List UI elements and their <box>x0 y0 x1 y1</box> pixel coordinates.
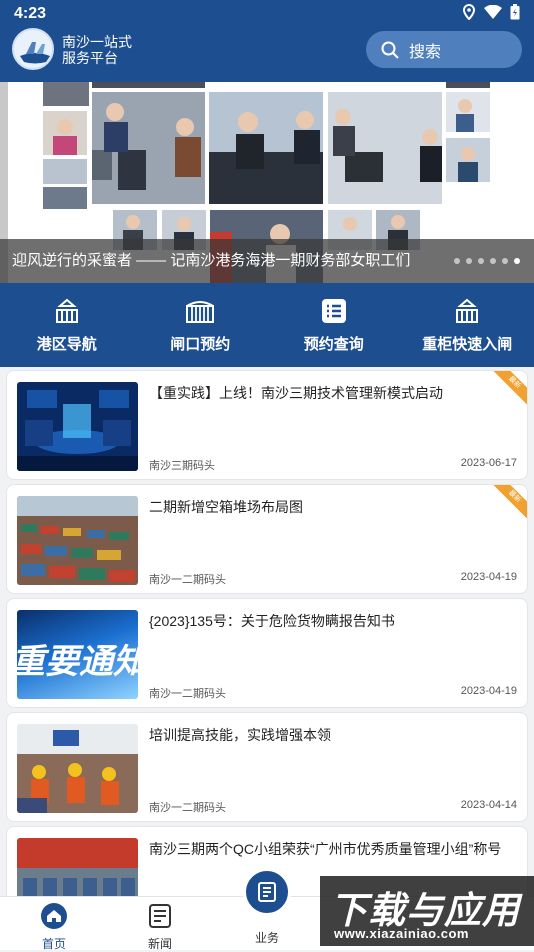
news-title: 南沙三期两个QC小组荣获“广州市优秀质量管理小组”称号 <box>149 839 509 859</box>
news-thumbnail <box>17 496 138 585</box>
quick-nav: 港区导航 闸口预约 预约查询 重柜快速入闸 <box>0 283 534 367</box>
news-card[interactable]: 【重实践】上线！南沙三期技术管理新模式启动 南沙三期码头 2023-06-17 … <box>6 370 528 480</box>
tab-business-label: 业务 <box>255 931 279 945</box>
business-button[interactable] <box>243 868 291 916</box>
quick-nav-label: 重柜快速入闸 <box>422 333 512 354</box>
tab-news[interactable]: 新闻 <box>120 903 200 952</box>
news-title: 【重实践】上线！南沙三期技术管理新模式启动 <box>149 383 509 403</box>
document-icon <box>255 880 279 904</box>
news-date: 2023-04-14 <box>461 799 517 811</box>
news-date: 2023-04-19 <box>461 571 517 583</box>
news-card[interactable]: 重要通知 {2023}135号：关于危险货物瞒报告知书 南沙一二期码头 2023… <box>6 598 528 708</box>
news-source: 南沙一二期码头 <box>149 685 226 701</box>
carousel-indicators <box>454 258 520 264</box>
watermark-url: www.xiazainiao.com <box>334 926 469 941</box>
carousel-dot[interactable] <box>478 258 484 264</box>
app-header: 4:23 南沙一站式 服务平台 搜索 <box>0 0 534 82</box>
search-bar[interactable]: 搜索 <box>366 31 522 68</box>
quick-nav-gate-booking[interactable]: 闸口预约 <box>134 283 268 367</box>
quick-nav-port-navigation[interactable]: 港区导航 <box>0 283 134 367</box>
quick-nav-label: 闸口预约 <box>170 333 230 354</box>
news-icon <box>147 903 173 929</box>
news-title: {2023}135号：关于危险货物瞒报告知书 <box>149 611 509 631</box>
news-title: 二期新增空箱堆场布局图 <box>149 497 509 517</box>
carousel-dot[interactable] <box>454 258 460 264</box>
wifi-icon <box>484 5 502 19</box>
search-label: 搜索 <box>409 38 441 62</box>
home-icon <box>41 903 67 929</box>
news-thumbnail <box>17 382 138 471</box>
list-icon <box>321 298 347 324</box>
location-icon <box>462 4 476 20</box>
banner-carousel[interactable]: 迎风逆行的采蜜者 —— 记南沙港务海港一期财务部女职工们 <box>0 82 534 283</box>
news-card[interactable]: 培训提高技能，实践增强本领 南沙一二期码头 2023-04-14 <box>6 712 528 822</box>
carousel-dot[interactable] <box>502 258 508 264</box>
news-title: 培训提高技能，实践增强本领 <box>149 725 509 745</box>
quick-nav-label: 港区导航 <box>37 333 97 354</box>
quick-nav-booking-query[interactable]: 预约查询 <box>267 283 401 367</box>
news-source: 南沙一二期码头 <box>149 571 226 587</box>
news-date: 2023-06-17 <box>461 457 517 469</box>
thumbnail-caption: 重要通知 <box>17 634 138 683</box>
app-brand: 南沙一站式 服务平台 <box>62 34 132 66</box>
tab-news-label: 新闻 <box>120 935 200 952</box>
tab-business[interactable]: 业务 <box>227 929 307 946</box>
news-thumbnail <box>17 724 138 813</box>
news-card[interactable]: 二期新增空箱堆场布局图 南沙一二期码头 2023-04-19 最新 <box>6 484 528 594</box>
news-source: 南沙三期码头 <box>149 457 215 473</box>
news-date: 2023-04-19 <box>461 685 517 697</box>
tab-home[interactable]: 首页 <box>14 903 94 952</box>
brand-line-2: 服务平台 <box>62 50 132 66</box>
status-icons <box>462 4 520 20</box>
brand-line-1: 南沙一站式 <box>62 34 132 50</box>
news-source: 南沙一二期码头 <box>149 799 226 815</box>
news-thumbnail: 重要通知 <box>17 610 138 699</box>
carousel-dot-active[interactable] <box>514 258 520 264</box>
app-logo <box>12 28 54 70</box>
port-crane-icon <box>454 298 480 324</box>
search-icon <box>381 41 399 59</box>
gate-icon <box>185 298 215 324</box>
status-time: 4:23 <box>14 5 46 23</box>
watermark-logo: 下载与应用 www.xiazainiao.com <box>320 876 534 946</box>
quick-nav-label: 预约查询 <box>304 333 364 354</box>
carousel-dot[interactable] <box>490 258 496 264</box>
carousel-dot[interactable] <box>466 258 472 264</box>
battery-icon <box>510 4 520 20</box>
quick-nav-heavy-container-entry[interactable]: 重柜快速入闸 <box>401 283 534 367</box>
port-crane-icon <box>54 298 80 324</box>
tab-home-label: 首页 <box>14 935 94 952</box>
